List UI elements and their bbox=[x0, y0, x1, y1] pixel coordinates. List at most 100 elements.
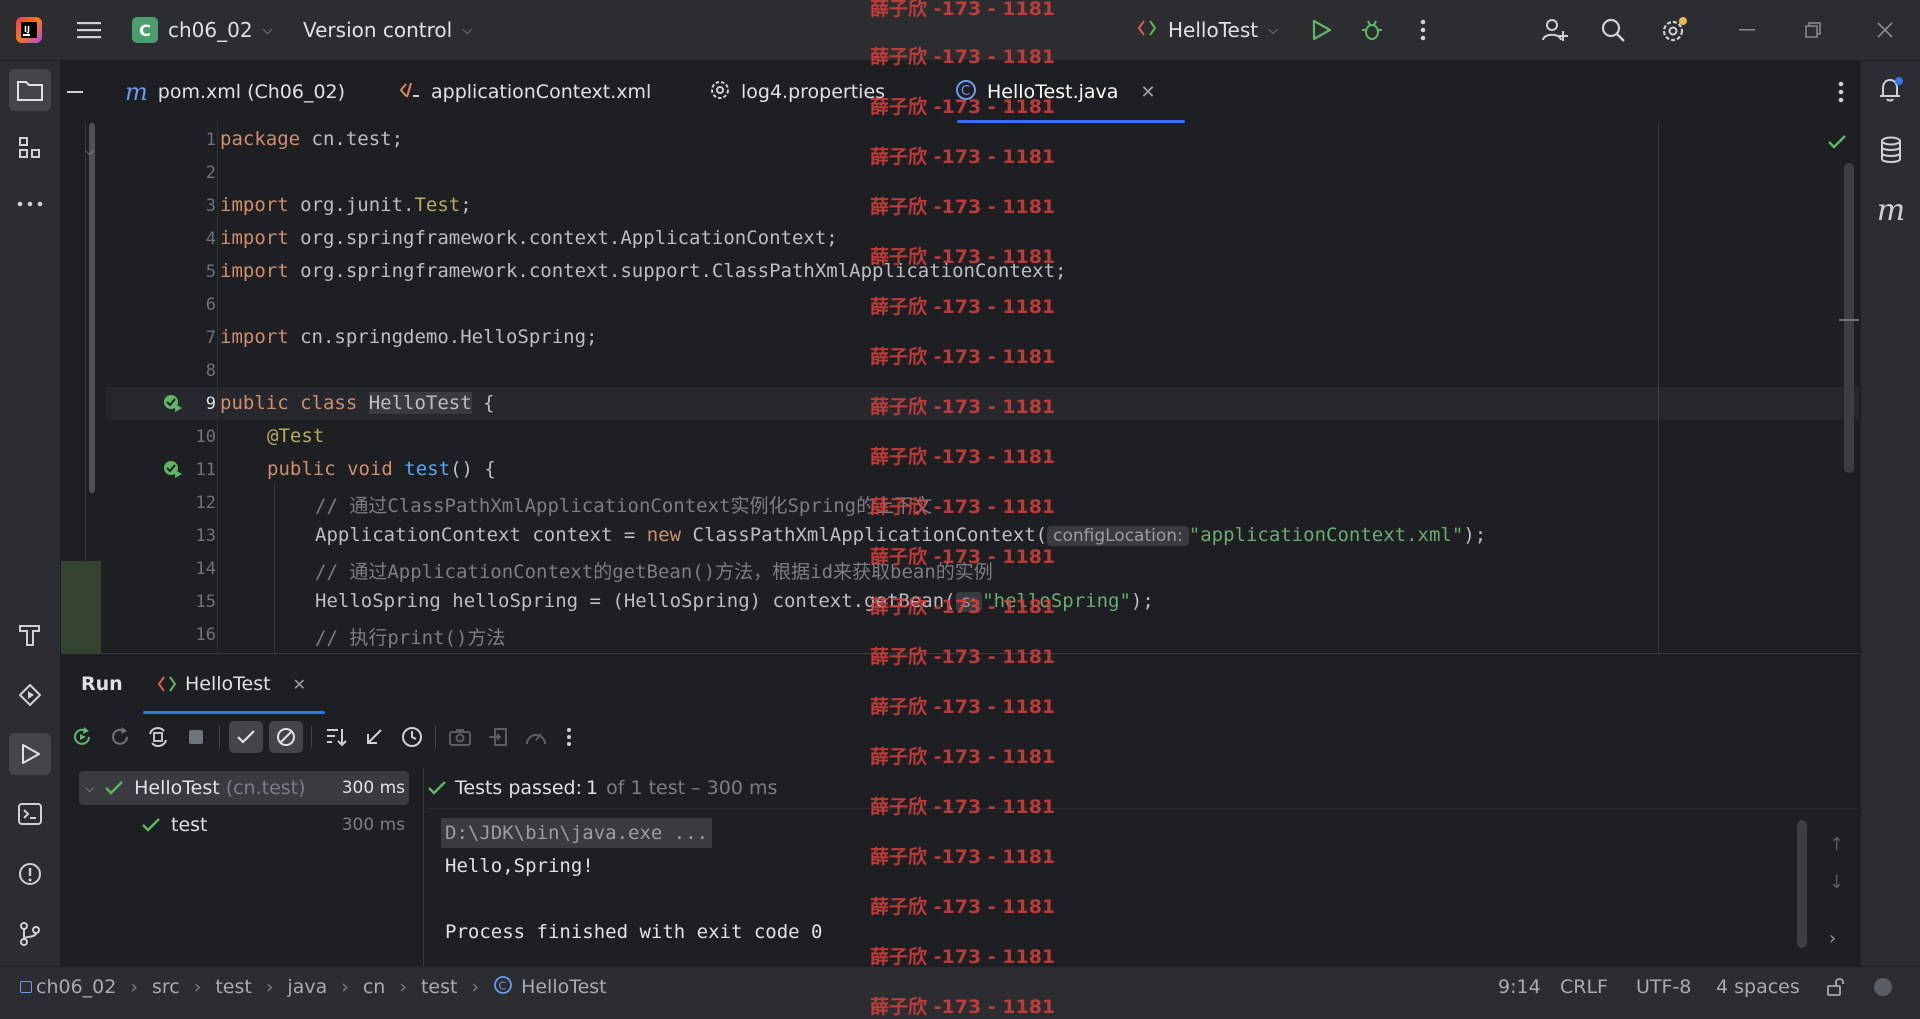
run-test-gutter-icon[interactable] bbox=[161, 392, 183, 419]
collapse-all-icon[interactable] bbox=[359, 722, 389, 752]
more-tool-windows-icon[interactable] bbox=[9, 183, 51, 225]
test-class-name: HelloTest bbox=[134, 777, 220, 799]
run-config-label: HelloTest bbox=[1168, 18, 1259, 42]
scroll-up-arrow-icon[interactable]: ↑ bbox=[1829, 834, 1844, 855]
coverage-icon[interactable] bbox=[521, 722, 551, 752]
import-tests-icon[interactable] bbox=[483, 722, 513, 752]
breadcrumb-item[interactable]: test bbox=[215, 976, 252, 998]
database-icon[interactable] bbox=[1870, 129, 1912, 171]
project-folder-icon[interactable] bbox=[9, 69, 51, 111]
line-number: 14 bbox=[195, 559, 216, 579]
problems-icon[interactable] bbox=[9, 853, 51, 895]
close-window-icon[interactable] bbox=[1870, 0, 1900, 60]
project-scrollbar[interactable] bbox=[89, 123, 95, 493]
file-encoding[interactable]: UTF-8 bbox=[1636, 967, 1691, 1007]
maven-icon[interactable]: m bbox=[1870, 189, 1912, 231]
camera-icon[interactable] bbox=[445, 722, 475, 752]
no-problems-check-icon[interactable] bbox=[1827, 133, 1847, 155]
tab-more-icon[interactable] bbox=[1831, 61, 1851, 123]
collapse-icon[interactable] bbox=[65, 61, 85, 123]
history-clock-icon[interactable] bbox=[397, 722, 427, 752]
tab-label: pom.xml (Ch06_02) bbox=[157, 81, 346, 103]
breadcrumb-item[interactable]: test bbox=[421, 976, 458, 998]
line-separator[interactable]: CRLF bbox=[1560, 967, 1608, 1007]
main-menu-icon[interactable] bbox=[72, 0, 106, 60]
breadcrumb-item[interactable]: java bbox=[287, 976, 327, 998]
summary-detail: of 1 test – 300 ms bbox=[606, 777, 778, 799]
run-icon[interactable] bbox=[1306, 0, 1336, 60]
inspection-status-icon[interactable] bbox=[1874, 967, 1892, 1007]
settings-gear-icon[interactable] bbox=[1658, 0, 1690, 60]
breadcrumb-separator: › bbox=[130, 976, 138, 998]
line-number: 13 bbox=[195, 526, 216, 546]
chevron-down-icon[interactable]: ⌵ bbox=[85, 138, 105, 160]
services-icon[interactable] bbox=[9, 674, 51, 716]
search-icon[interactable] bbox=[1598, 0, 1628, 60]
tree-row-hellotest[interactable]: ⌵ HelloTest (cn.test) 300 ms bbox=[85, 771, 405, 805]
restore-window-icon[interactable] bbox=[1798, 0, 1828, 60]
sort-icon[interactable] bbox=[321, 722, 351, 752]
module-icon bbox=[20, 981, 32, 993]
code-editor[interactable]: ⌵ 1 2 3 4 5 6 7 8 9 10 11 12 13 14 15 16… bbox=[61, 123, 1859, 653]
rerun-failed-icon[interactable] bbox=[105, 722, 135, 752]
test-duration: 300 ms bbox=[341, 815, 405, 835]
console-scrollbar[interactable] bbox=[1797, 820, 1807, 948]
more-actions-icon[interactable] bbox=[559, 722, 579, 752]
breadcrumb-item[interactable]: src bbox=[152, 976, 180, 998]
indent-setting[interactable]: 4 spaces bbox=[1716, 967, 1800, 1007]
breadcrumb-item[interactable]: ch06_02 bbox=[36, 976, 116, 998]
tab-log4-properties[interactable]: log4.properties bbox=[709, 61, 885, 123]
breadcrumb-item[interactable]: cn bbox=[363, 976, 386, 998]
tab-pom-xml[interactable]: m pom.xml (Ch06_02) bbox=[125, 61, 345, 123]
stop-icon[interactable] bbox=[181, 722, 211, 752]
run-tab-hellotest[interactable]: HelloTest ✕ bbox=[157, 654, 306, 714]
code-line: // 执行print()方法 bbox=[315, 627, 506, 649]
junit-icon bbox=[157, 676, 177, 692]
run-config-selector[interactable]: HelloTest ⌵ bbox=[1136, 0, 1278, 60]
tab-hellotest-java[interactable]: C HelloTest.java ✕ bbox=[945, 61, 1185, 123]
more-actions-icon[interactable] bbox=[1410, 0, 1436, 60]
properties-gear-icon bbox=[709, 79, 731, 106]
close-tab-icon[interactable]: ✕ bbox=[293, 675, 306, 694]
rerun-icon[interactable] bbox=[67, 722, 97, 752]
editor-scrollbar[interactable] bbox=[1844, 163, 1854, 473]
minimize-window-icon[interactable] bbox=[1732, 0, 1762, 60]
structure-icon[interactable] bbox=[9, 127, 51, 169]
notifications-bell-icon[interactable] bbox=[1870, 69, 1912, 111]
toggle-auto-test-icon[interactable] bbox=[143, 722, 173, 752]
tree-row-test[interactable]: test 300 ms bbox=[141, 808, 405, 842]
test-class-package: (cn.test) bbox=[225, 777, 306, 799]
version-control-menu[interactable]: Version control ⌵ bbox=[303, 0, 472, 60]
breadcrumb-item[interactable]: HelloTest bbox=[521, 976, 607, 998]
line-number: 4 bbox=[205, 229, 216, 249]
test-results-tree: ⌵ HelloTest (cn.test) 300 ms test 300 ms bbox=[61, 768, 424, 967]
close-tab-icon[interactable]: ✕ bbox=[1140, 82, 1155, 103]
build-hammer-icon[interactable] bbox=[9, 613, 51, 655]
test-passed-check-icon bbox=[142, 818, 160, 832]
scroll-down-arrow-icon[interactable]: ↓ bbox=[1829, 872, 1844, 893]
editor-tab-bar: m pom.xml (Ch06_02) applicationContext.x… bbox=[61, 61, 1859, 124]
line-number: 5 bbox=[205, 262, 216, 282]
line-number: 10 bbox=[195, 427, 216, 447]
show-ignored-icon[interactable] bbox=[269, 721, 303, 753]
chevron-down-icon: ⌵ bbox=[462, 22, 473, 38]
java-class-icon: C bbox=[955, 79, 977, 106]
console-output[interactable]: D:\JDK\bin\java.exe ... Hello,Spring! Pr… bbox=[427, 814, 1837, 964]
git-branch-icon[interactable] bbox=[9, 913, 51, 955]
add-user-icon[interactable] bbox=[1540, 0, 1570, 60]
show-passed-icon[interactable] bbox=[229, 721, 263, 753]
terminal-icon[interactable] bbox=[9, 793, 51, 835]
chevron-right-icon[interactable]: › bbox=[1829, 928, 1836, 949]
line-number: 8 bbox=[205, 361, 216, 381]
cursor-position[interactable]: 9:14 bbox=[1498, 967, 1541, 1007]
console-line: D:\JDK\bin\java.exe ... bbox=[441, 818, 713, 848]
tab-application-context-xml[interactable]: applicationContext.xml bbox=[399, 61, 651, 123]
read-only-lock-icon[interactable] bbox=[1826, 967, 1846, 1007]
code-line: import org.springframework.context.suppo… bbox=[220, 260, 1067, 282]
debug-icon[interactable] bbox=[1357, 0, 1387, 60]
run-tool-window-icon[interactable] bbox=[9, 733, 51, 775]
app-logo-icon[interactable]: IJ bbox=[14, 0, 44, 60]
project-name: ch06_02 bbox=[168, 18, 253, 42]
project-selector[interactable]: C ch06_02 ⌵ bbox=[132, 0, 272, 60]
run-test-gutter-icon[interactable] bbox=[161, 458, 183, 485]
